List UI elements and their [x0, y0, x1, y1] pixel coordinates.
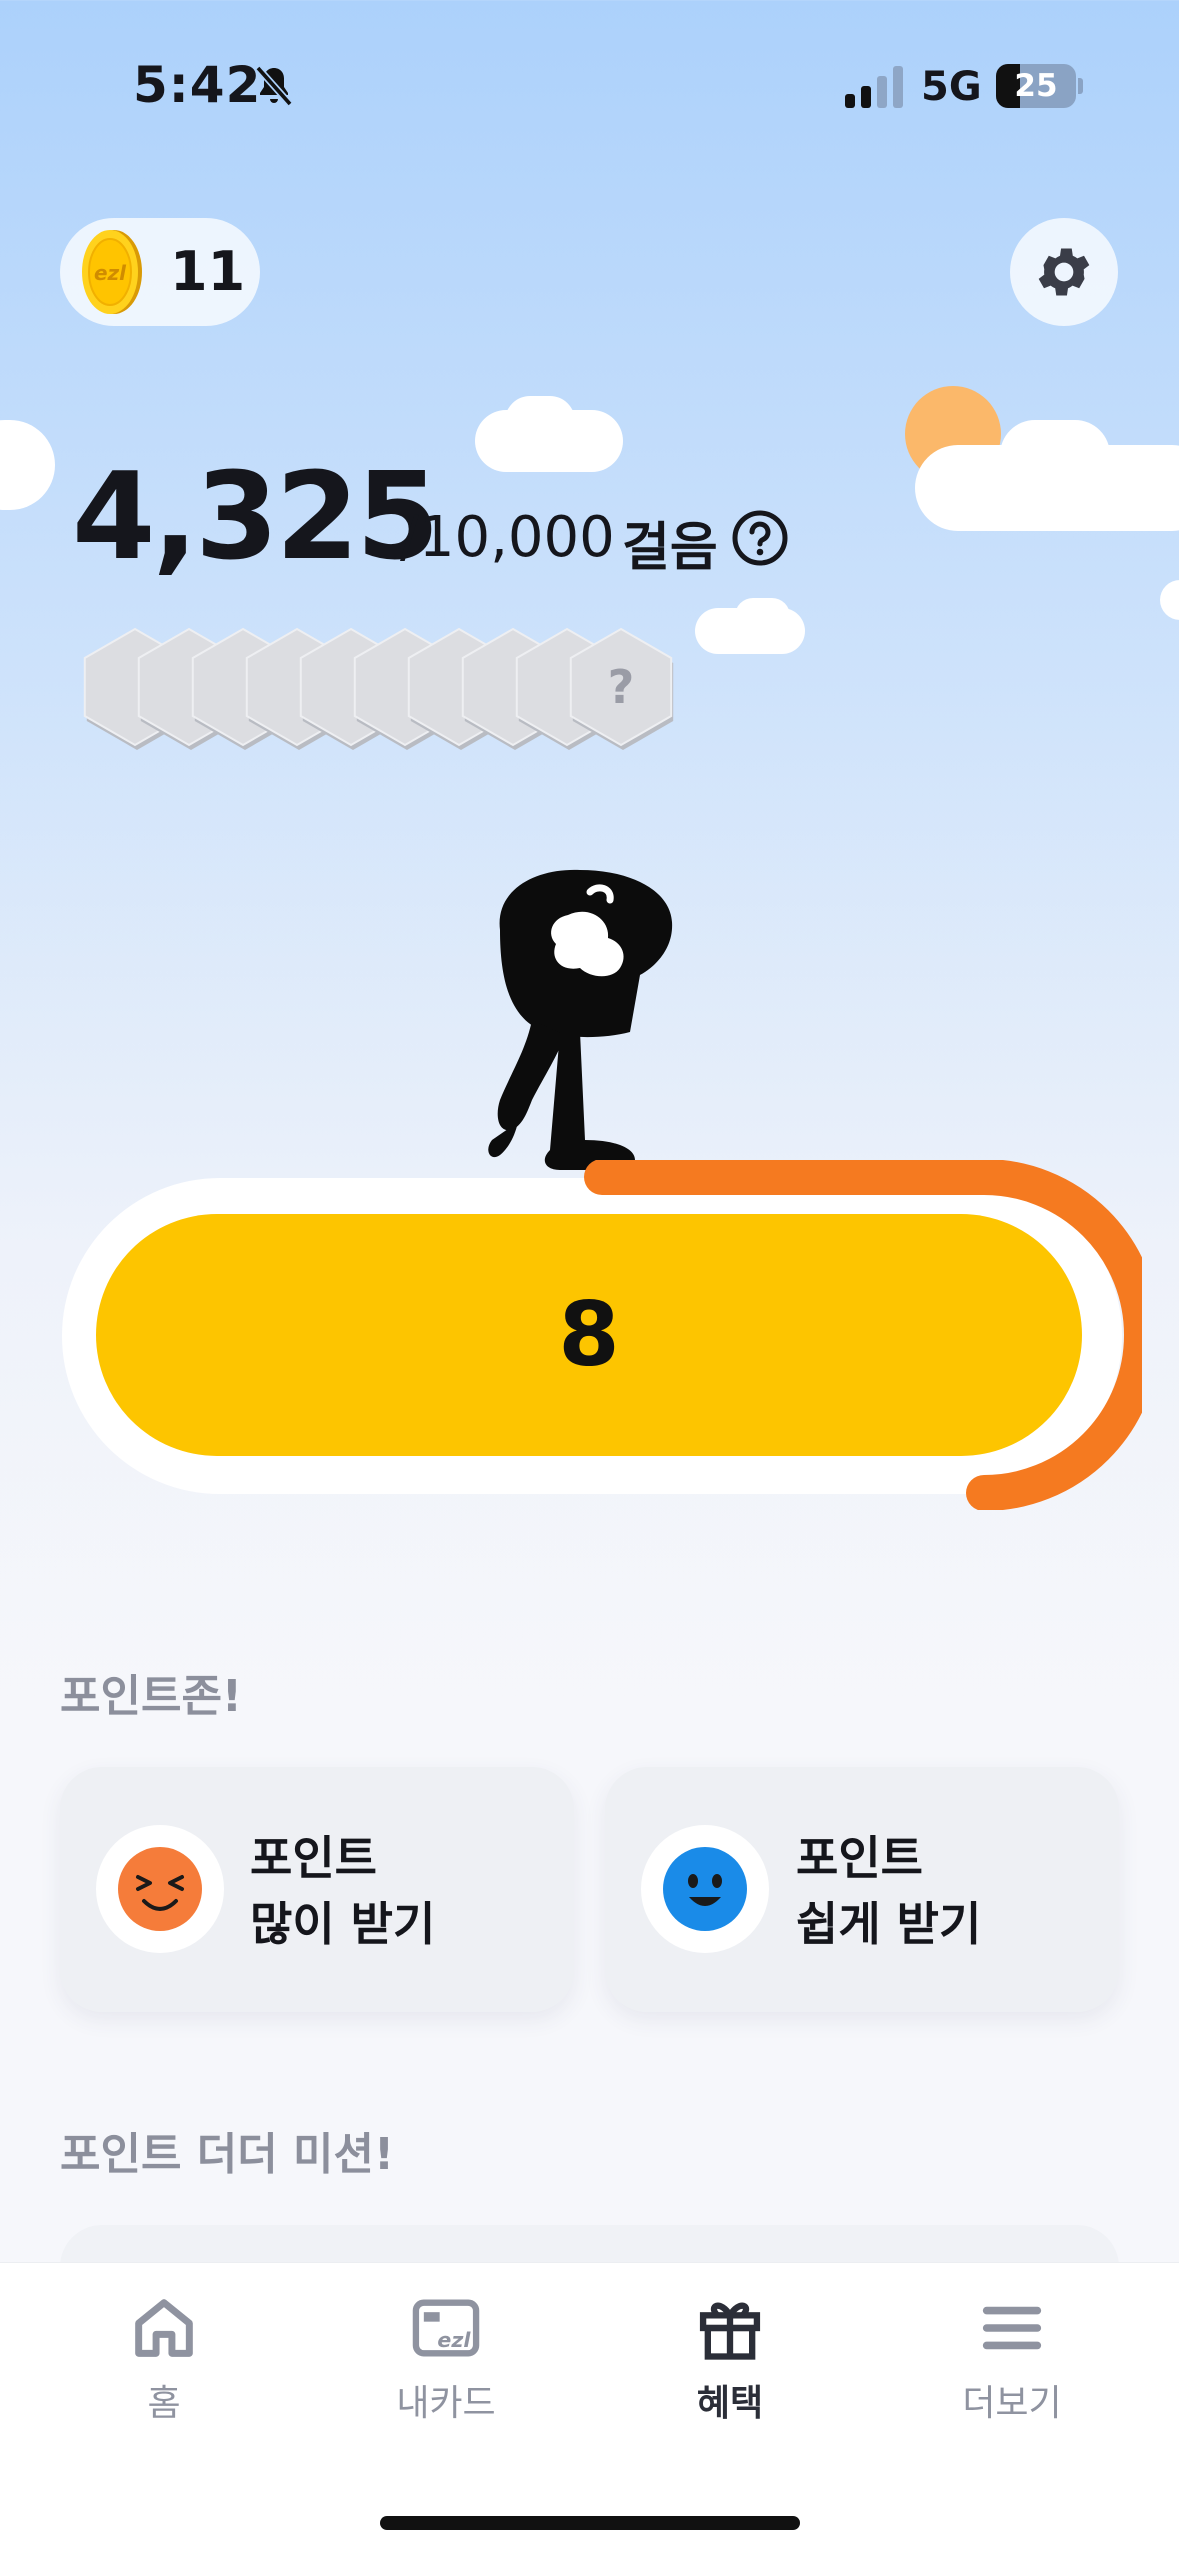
battery-icon: 25: [996, 64, 1076, 108]
settings-button[interactable]: [1010, 218, 1118, 326]
coin-count: 11: [170, 240, 246, 303]
nav-benefits-label: 혜택: [696, 2383, 764, 2424]
step-reward-value: 8: [558, 1283, 620, 1386]
steps-goal: /10,000: [400, 505, 615, 570]
nav-home-label: 홈: [147, 2383, 181, 2424]
signal-icon: [845, 66, 903, 108]
laughing-face-icon: [118, 1847, 202, 1931]
cloud-decoration: [1000, 420, 1110, 490]
menu-icon: [982, 2306, 1042, 2350]
card-line2: 쉽게 받기: [796, 1897, 982, 1951]
cloud-decoration: [0, 420, 55, 510]
question-circle-icon[interactable]: [730, 508, 790, 568]
battery-level: 25: [1014, 68, 1058, 104]
nav-more-label: 더보기: [962, 2383, 1062, 2424]
missions-title: 포인트 더더 미션!: [60, 2129, 395, 2180]
face-badge: [96, 1825, 224, 1953]
steps-count: 4,325: [72, 448, 440, 587]
point-card-easy-text: 포인트 쉽게 받기: [796, 1825, 981, 1957]
smiling-face-icon: [663, 1847, 747, 1931]
nav-more[interactable]: 더보기: [912, 2290, 1112, 2440]
nav-benefits[interactable]: 혜택: [630, 2290, 830, 2440]
status-time: 5:42: [133, 56, 262, 114]
home-icon: [135, 2299, 193, 2357]
cloud-decoration: [735, 598, 790, 634]
network-label: 5G: [921, 64, 982, 110]
card-line1: 포인트: [796, 1831, 923, 1885]
nav-home[interactable]: 홈: [64, 2290, 264, 2440]
face-badge: [641, 1825, 769, 1953]
step-badges[interactable]: ?: [75, 612, 695, 762]
nav-my-card-label: 내카드: [396, 2383, 496, 2424]
bell-slash-icon: [255, 65, 293, 107]
cloud-decoration: [505, 396, 575, 446]
walking-character: [488, 869, 673, 1170]
card-icon-text: ezl: [437, 2328, 471, 2352]
home-indicator: [380, 2516, 800, 2530]
card-line2: 많이 받기: [250, 1897, 436, 1951]
battery-tip: [1078, 78, 1083, 94]
card-icon: ezl: [412, 2299, 480, 2357]
gear-icon: [1038, 248, 1090, 296]
badge-mystery-label: ?: [608, 660, 635, 714]
gift-icon: [699, 2302, 761, 2360]
coin-icon: ezl: [82, 230, 142, 314]
coin-logo-text: ezl: [94, 261, 127, 285]
nav-my-card[interactable]: ezl 내카드: [346, 2290, 546, 2440]
cloud-decoration: [1160, 580, 1179, 620]
point-card-many-text: 포인트 많이 받기: [250, 1825, 435, 1957]
card-line1: 포인트: [250, 1831, 377, 1885]
point-zone-title: 포인트존!: [60, 1671, 242, 1722]
steps-unit: 걸음: [622, 518, 718, 578]
